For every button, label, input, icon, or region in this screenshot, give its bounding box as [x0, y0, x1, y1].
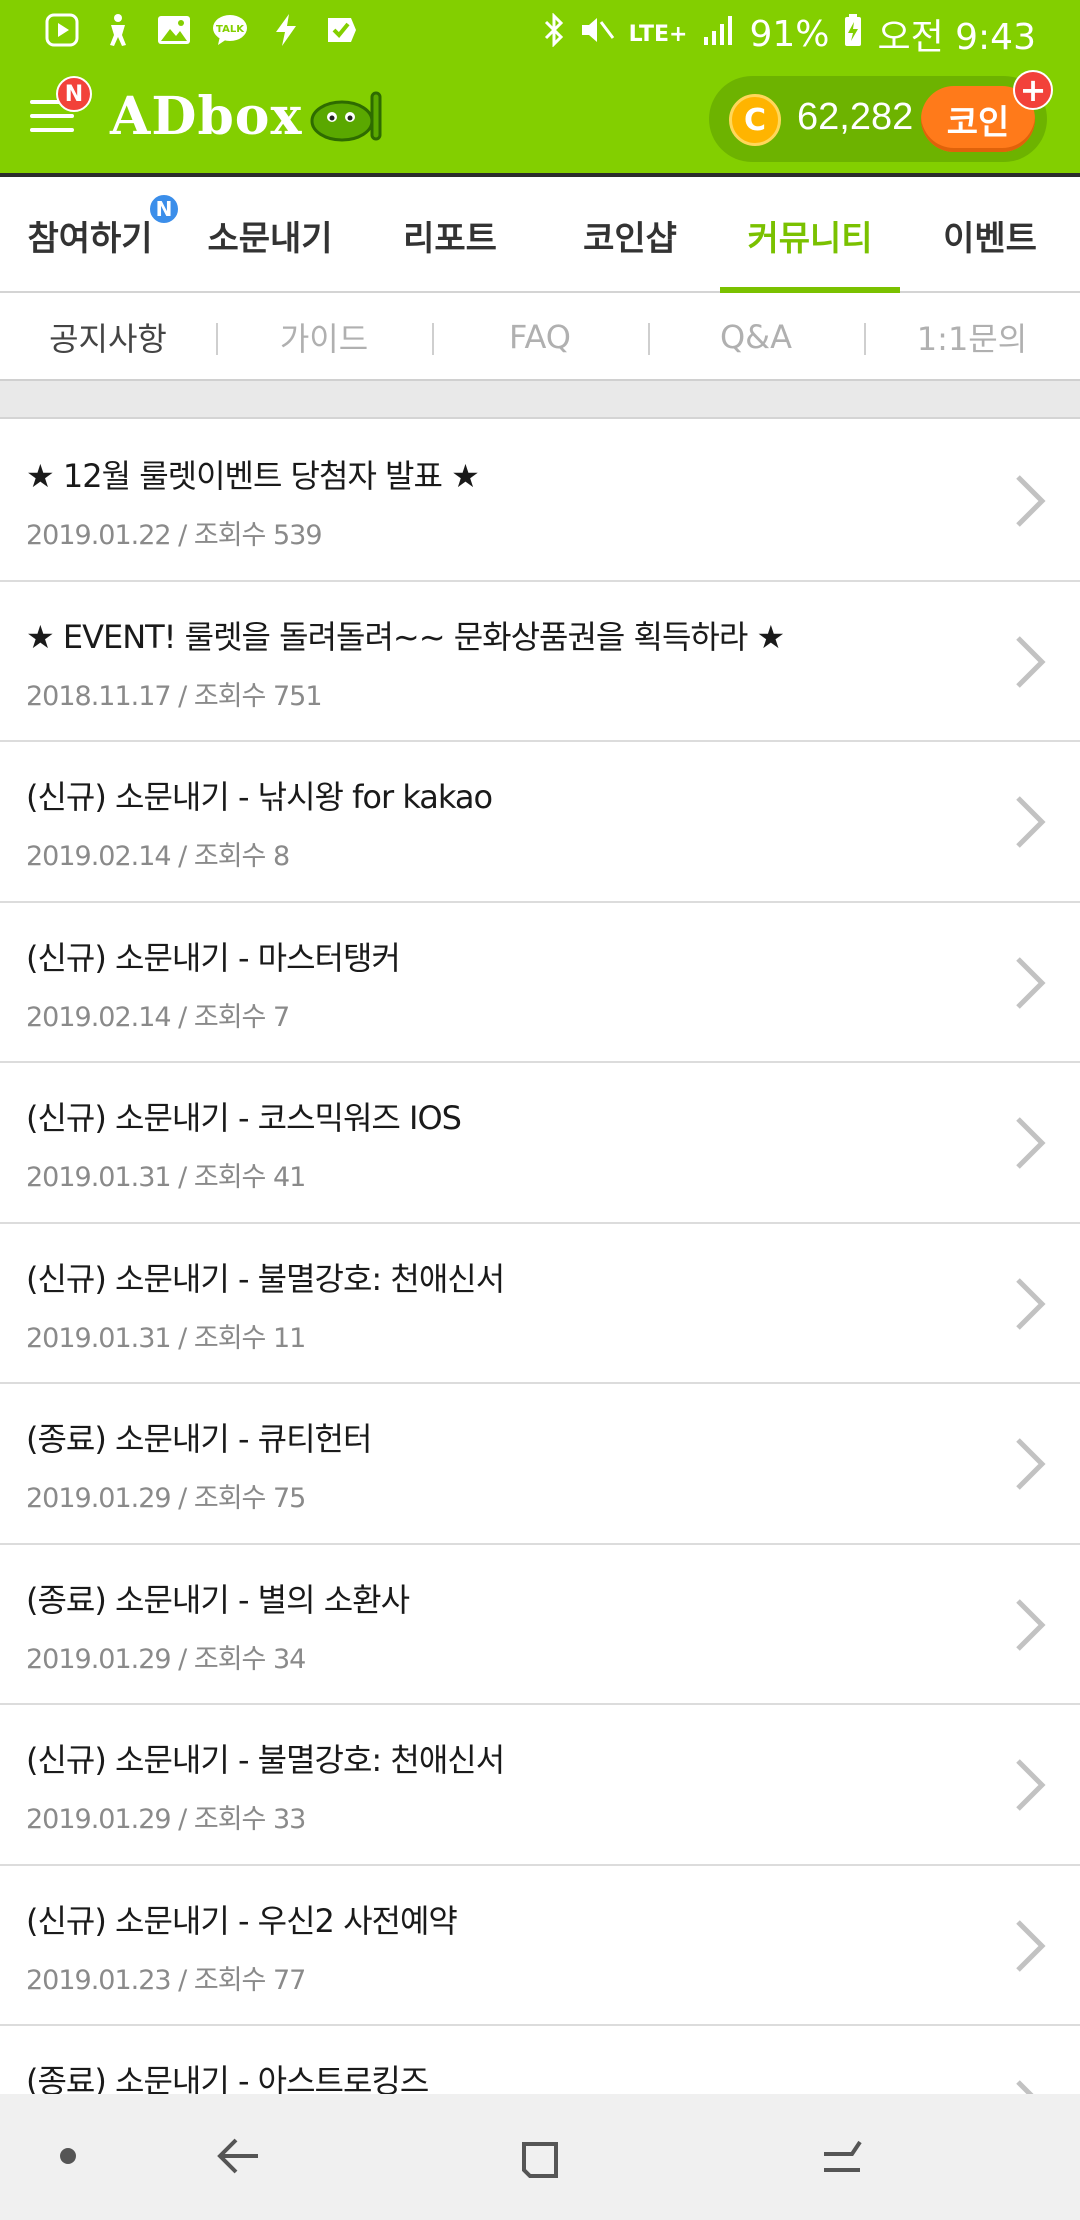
tab-event[interactable]: 이벤트	[900, 177, 1080, 293]
notice-meta: 2019.01.31 / 조회수 11	[26, 1322, 306, 1354]
chevron-right-icon	[1016, 1277, 1046, 1330]
check-icon	[324, 12, 360, 48]
notice-meta: 2019.01.23 / 조회수 77	[26, 1964, 306, 1996]
list-item[interactable]: (종료) 소문내기 - 큐티헌터 2019.01.29 / 조회수 75	[0, 1384, 1080, 1545]
list-item[interactable]: ★ EVENT! 룰렛을 돌려돌려~~ 문화상품권을 획득하라 ★ 2018.1…	[0, 581, 1080, 742]
notice-meta: 2019.02.14 / 조회수 8	[26, 841, 290, 872]
subtab-inquiry[interactable]: 1:1문의	[864, 293, 1080, 381]
gallery-icon	[156, 12, 192, 48]
bluetooth-icon	[543, 12, 565, 55]
chevron-right-icon	[1016, 1598, 1046, 1651]
system-status: LTE+ 91% 오전 9:43	[543, 8, 1036, 60]
tab-spread[interactable]: 소문내기	[180, 177, 360, 293]
notice-meta: 2019.01.31 / 조회수 41	[26, 1162, 306, 1193]
svg-text:TALK: TALK	[216, 24, 245, 35]
tab-coinshop[interactable]: 코인샵	[540, 177, 720, 293]
menu-swipe-icon[interactable]	[812, 2126, 872, 2186]
notice-meta: 2019.02.14 / 조회수 7	[26, 1001, 290, 1033]
chevron-right-icon	[1016, 956, 1046, 1009]
tab-label: 코인샵	[583, 218, 677, 259]
app-screen: TALK LTE+ 91% 오전 9:43 N ADbox C 62,282 코…	[0, 0, 1080, 2220]
chevron-right-icon	[1016, 1759, 1046, 1811]
chevron-right-icon	[1016, 1438, 1046, 1490]
list-item[interactable]: (신규) 소문내기 - 낚시왕 for kakao 2019.02.14 / 조…	[0, 742, 1080, 903]
coin-plus-icon[interactable]: +	[1013, 70, 1053, 110]
dot-icon[interactable]	[60, 2148, 76, 2164]
tab-label: 소문내기	[207, 218, 333, 259]
main-tabs: 참여하기 N 소문내기 리포트 코인샵 커뮤니티 이벤트	[0, 177, 1080, 295]
list-item[interactable]: (신규) 소문내기 - 불멸강호: 천애신서 2019.01.29 / 조회수 …	[0, 1705, 1080, 1866]
coin-icon: C	[729, 94, 781, 146]
battery-percent: 91%	[749, 13, 830, 55]
recents-icon[interactable]	[510, 2126, 570, 2186]
notice-meta: 2019.01.22 / 조회수 539	[26, 520, 323, 551]
coin-balance: C 62,282 코인 +	[709, 70, 1053, 162]
adbox-logo: ADbox	[110, 85, 390, 147]
chevron-right-icon	[1016, 635, 1046, 688]
participate-new-badge: N	[148, 193, 180, 225]
tab-report[interactable]: 리포트	[360, 177, 540, 293]
tab-community[interactable]: 커뮤니티	[720, 177, 900, 295]
section-gap	[0, 381, 1080, 419]
chevron-right-icon	[1016, 475, 1046, 527]
notice-title: (신규) 소문내기 - 불멸강호: 천애신서	[26, 1741, 505, 1779]
list-item[interactable]: (신규) 소문내기 - 불멸강호: 천애신서 2019.01.31 / 조회수 …	[0, 1223, 1080, 1384]
tab-label: 참여하기	[27, 218, 153, 259]
subtab-qna[interactable]: Q&A	[648, 293, 864, 381]
notice-meta: 2019.01.29 / 조회수 33	[26, 1804, 306, 1835]
list-item[interactable]: (종료) 소문내기 - 별의 소환사 2019.01.29 / 조회수 34	[0, 1544, 1080, 1705]
battery-icon	[843, 13, 863, 55]
tab-label: 이벤트	[943, 218, 1037, 259]
sub-tabs: 공지사항 가이드 FAQ Q&A 1:1문의	[0, 293, 1080, 381]
tab-label: 리포트	[403, 218, 497, 259]
brand-name: ADbox	[110, 85, 303, 147]
notice-title: (신규) 소문내기 - 불멸강호: 천애신서	[26, 1259, 505, 1298]
notice-title: (신규) 소문내기 - 코스믹워즈 IOS	[26, 1099, 462, 1137]
notice-title: (신규) 소문내기 - 마스터탱커	[26, 938, 401, 977]
list-item[interactable]: ★ 12월 룰렛이벤트 당첨자 발표 ★ 2019.01.22 / 조회수 53…	[0, 421, 1080, 582]
tab-label: 커뮤니티	[747, 218, 873, 259]
adbox-mascot-icon	[310, 91, 382, 142]
notice-meta: 2019.01.29 / 조회수 75	[26, 1483, 306, 1514]
chevron-right-icon	[1016, 1117, 1046, 1169]
notice-title: ★ 12월 룰렛이벤트 당첨자 발표 ★	[26, 457, 480, 495]
play-store-icon	[44, 12, 80, 48]
system-nav-bar	[0, 2094, 1080, 2220]
kakaotalk-icon: TALK	[212, 12, 248, 48]
app-header: N ADbox C 62,282 코인 +	[0, 64, 1080, 173]
signal-icon	[701, 13, 735, 55]
network-type: LTE+	[628, 21, 688, 47]
notice-title: (신규) 소문내기 - 우신2 사전예약	[26, 1901, 458, 1940]
notice-title: (종료) 소문내기 - 큐티헌터	[26, 1420, 372, 1458]
flash-icon	[268, 12, 304, 48]
menu-new-badge: N	[56, 76, 92, 112]
list-item[interactable]: (신규) 소문내기 - 코스믹워즈 IOS 2019.01.31 / 조회수 4…	[0, 1063, 1080, 1224]
notice-meta: 2019.01.29 / 조회수 34	[26, 1643, 306, 1675]
coin-amount: 62,282	[797, 96, 914, 138]
notice-meta: 2018.11.17 / 조회수 751	[26, 680, 323, 712]
tab-participate[interactable]: 참여하기	[0, 177, 180, 293]
mute-icon	[579, 13, 615, 55]
list-item[interactable]: (신규) 소문내기 - 마스터탱커 2019.02.14 / 조회수 7	[0, 902, 1080, 1063]
accessibility-icon	[100, 12, 136, 48]
notification-icons: TALK	[44, 12, 360, 48]
subtab-faq[interactable]: FAQ	[432, 293, 648, 381]
notice-list: ★ 12월 룰렛이벤트 당첨자 발표 ★ 2019.01.22 / 조회수 53…	[0, 421, 1080, 2187]
notice-title: (종료) 소문내기 - 별의 소환사	[26, 1580, 410, 1619]
chevron-right-icon	[1016, 796, 1046, 848]
clock: 오전 9:43	[877, 17, 1036, 58]
subtab-notice[interactable]: 공지사항	[0, 293, 216, 381]
notice-title: ★ EVENT! 룰렛을 돌려돌려~~ 문화상품권을 획득하라 ★	[26, 617, 785, 656]
chevron-right-icon	[1016, 1919, 1046, 1972]
list-item[interactable]: (신규) 소문내기 - 우신2 사전예약 2019.01.23 / 조회수 77	[0, 1865, 1080, 2026]
notice-title: (신규) 소문내기 - 낚시왕 for kakao	[26, 778, 493, 816]
subtab-guide[interactable]: 가이드	[216, 293, 432, 381]
status-bar: TALK LTE+ 91% 오전 9:43	[0, 0, 1080, 64]
back-icon[interactable]	[208, 2126, 268, 2186]
